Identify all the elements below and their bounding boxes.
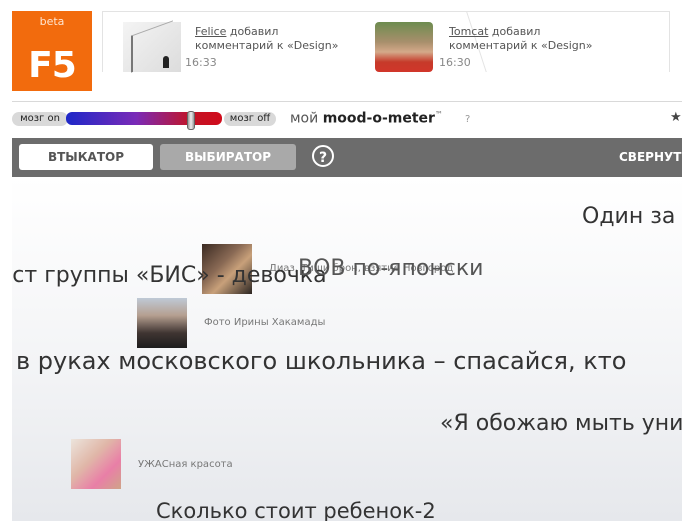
- feed-avatar[interactable]: [375, 22, 433, 72]
- header-divider: [12, 101, 682, 102]
- feed-comment[interactable]: комментарий к «Design»: [195, 39, 338, 52]
- mood-o-meter: мозг on мозг off мой mood-o-meter™ ? ★: [12, 110, 682, 130]
- feed-thumbnail[interactable]: [123, 20, 181, 73]
- mood-title-main: mood-o-meter: [322, 110, 435, 127]
- photo-caption[interactable]: УЖАСная красота: [138, 459, 233, 470]
- feed-time: 16:33: [185, 56, 217, 69]
- headline-link[interactable]: в руках московского школьника – спасайся…: [16, 347, 626, 375]
- beta-badge: beta: [39, 15, 65, 28]
- feed-item[interactable]: Tomcat добавил комментарий к «Design» 16…: [375, 12, 669, 72]
- feed-user-link[interactable]: Tomcat: [449, 25, 488, 38]
- headline-link[interactable]: Сколько стоит ребенок-2: [156, 499, 436, 521]
- mood-help-link[interactable]: ?: [465, 114, 470, 125]
- mood-slider[interactable]: [66, 111, 222, 130]
- headline-link[interactable]: Один за: [582, 204, 675, 229]
- feed-time: 16:30: [439, 56, 471, 69]
- headline-photo[interactable]: [71, 439, 121, 489]
- headline-photo[interactable]: [137, 298, 187, 348]
- vtykator-tab[interactable]: ВТЫКАТОР: [19, 144, 153, 170]
- mood-slider-handle[interactable]: [187, 111, 195, 130]
- help-icon[interactable]: ?: [312, 145, 334, 167]
- mood-title-prefix: мой: [290, 110, 319, 127]
- activity-feed: Felice добавил комментарий к «Design» 16…: [102, 11, 670, 73]
- mode-toolbar: ВТЫКАТОР ВЫБИРАТОР ? СВЕРНУТЬ: [12, 138, 682, 177]
- feed-text: Felice добавил комментарий к «Design»: [195, 25, 345, 53]
- headline-link[interactable]: ист группы «БИС» - девочка: [12, 263, 327, 288]
- star-icon[interactable]: ★: [670, 110, 682, 125]
- mood-title: мой mood-o-meter™: [290, 110, 443, 127]
- brain-off-label[interactable]: мозг off: [224, 112, 276, 126]
- headline-cloud: Один за Диаз, Тиши брон, взятие Новгород…: [12, 177, 682, 521]
- feed-comment[interactable]: комментарий к «Design»: [449, 39, 592, 52]
- f5-logo[interactable]: beta F5: [12, 11, 92, 91]
- brain-on-label[interactable]: мозг on: [12, 112, 68, 126]
- collapse-button[interactable]: СВЕРНУТЬ: [619, 150, 682, 164]
- trademark-mark: ™: [434, 110, 443, 119]
- logo-text: F5: [28, 45, 77, 86]
- headline-link[interactable]: «Я обожаю мыть уни: [440, 411, 682, 436]
- feed-text: Tomcat добавил комментарий к «Design»: [449, 25, 599, 53]
- feed-user-link[interactable]: Felice: [195, 25, 226, 38]
- feed-item[interactable]: Felice добавил комментарий к «Design» 16…: [103, 12, 373, 73]
- feed-action: добавил: [491, 25, 541, 38]
- vybirator-tab[interactable]: ВЫБИРАТОР: [160, 144, 296, 170]
- feed-action: добавил: [229, 25, 279, 38]
- photo-caption[interactable]: Фото Ирины Хакамады: [204, 317, 325, 328]
- headline-link[interactable]: ВОВ по-японски: [298, 256, 483, 281]
